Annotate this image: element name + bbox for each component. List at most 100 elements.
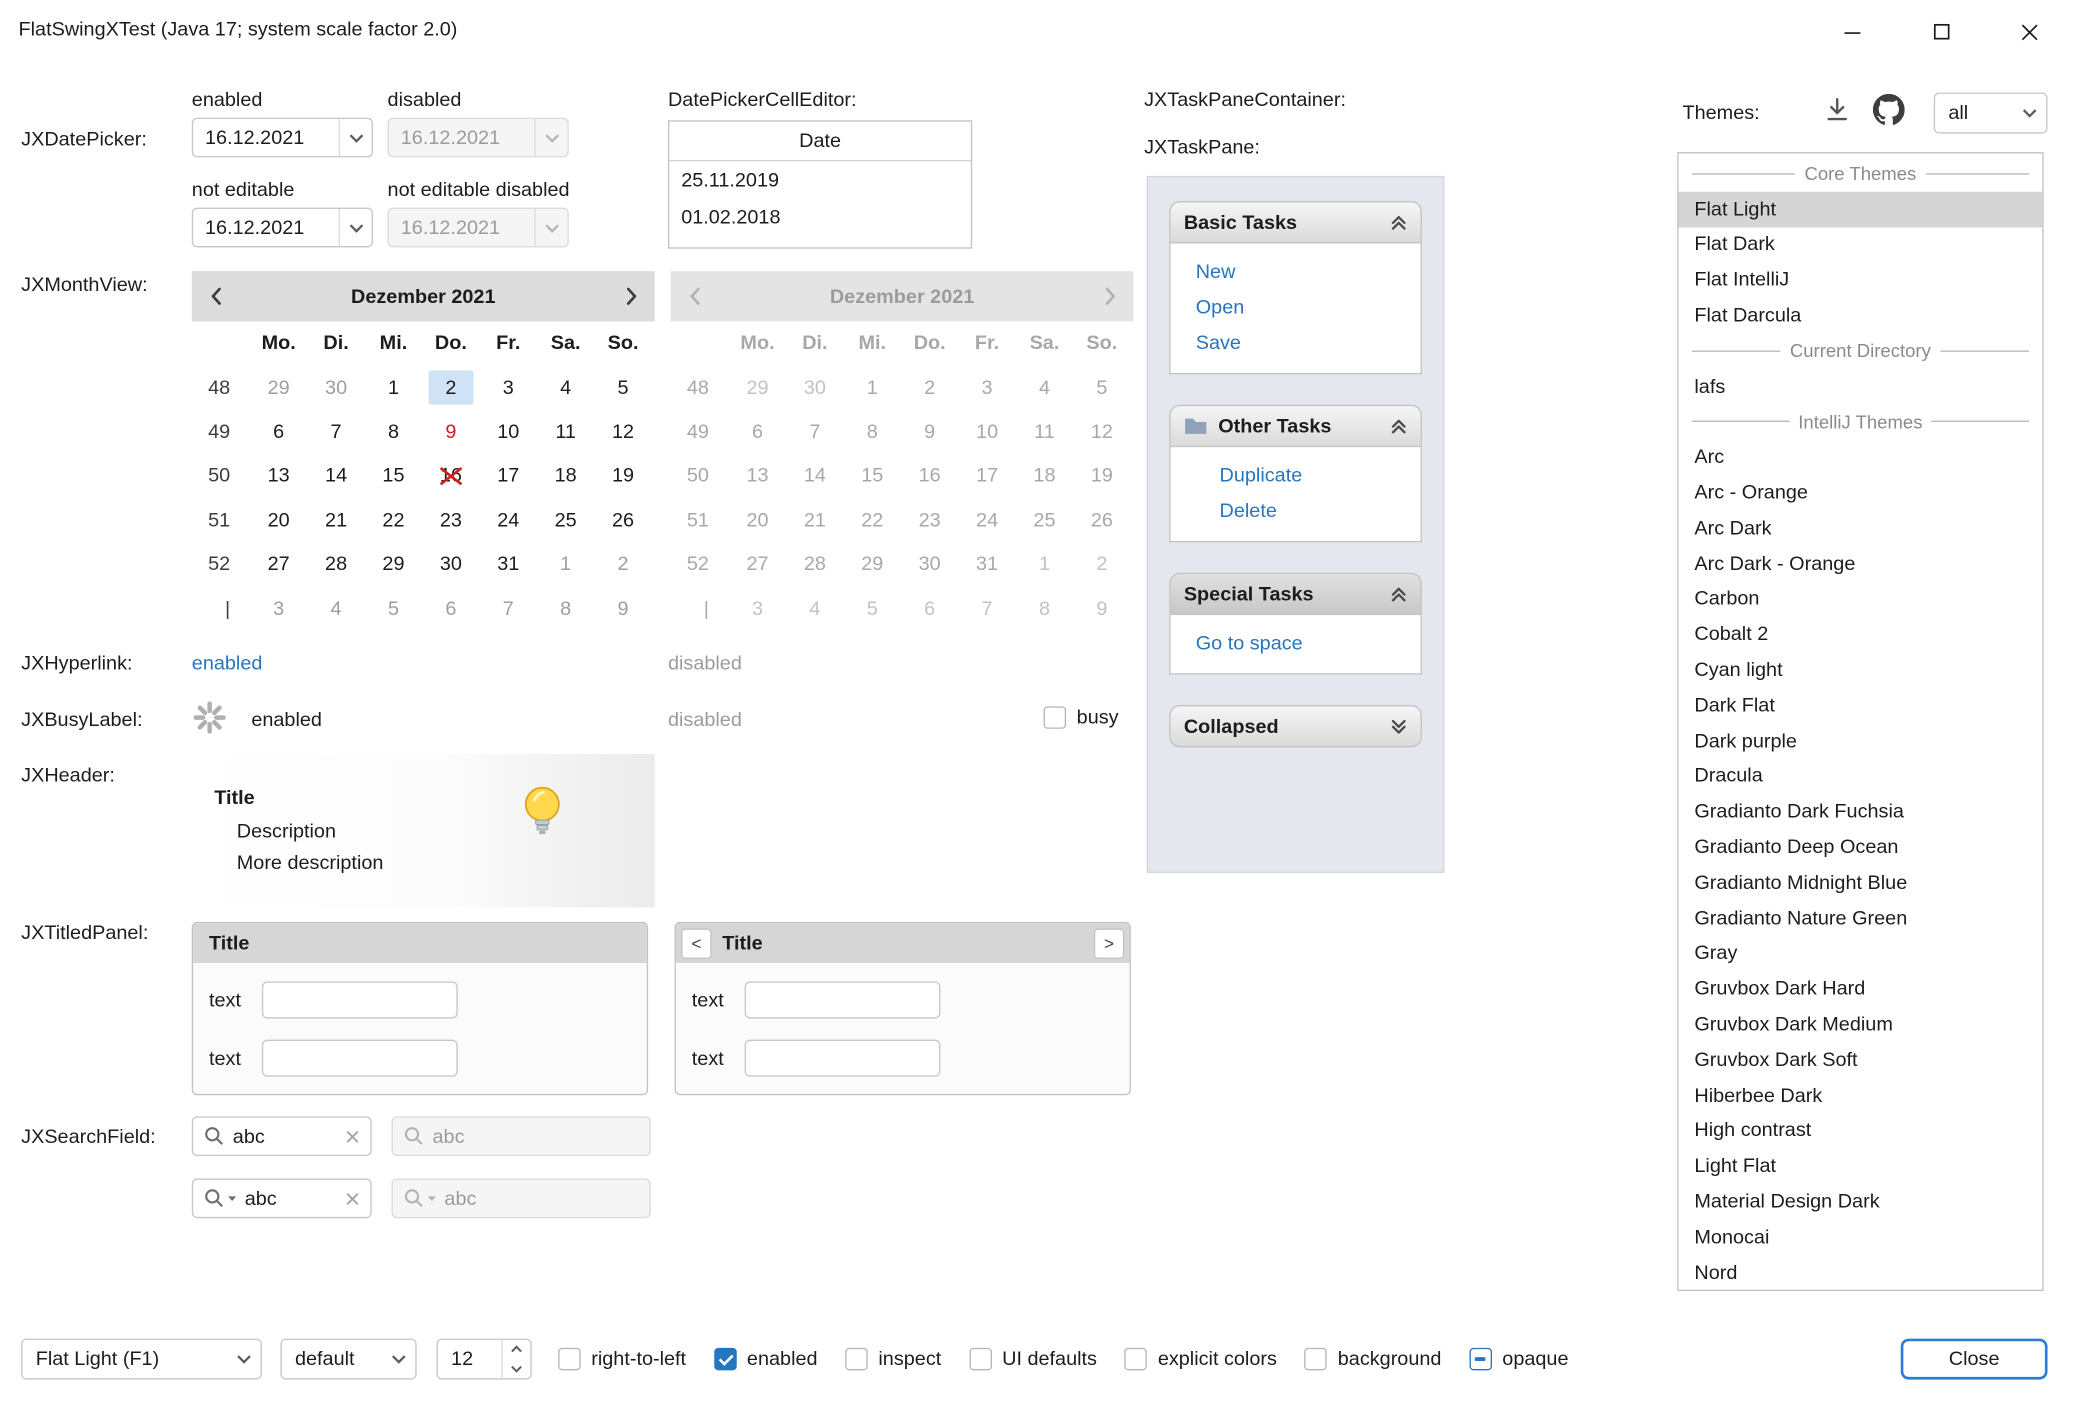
theme-item-flat-intellij[interactable]: Flat IntelliJ [1679,262,2043,297]
checkbox-box[interactable] [1305,1348,1327,1370]
font-size-spinner[interactable]: 12 [436,1339,531,1380]
calendar-day[interactable]: 19 [601,459,646,493]
theme-item-carbon[interactable]: Carbon [1679,581,2043,616]
taskpane-link-delete[interactable]: Delete [1220,500,1421,524]
close-button[interactable]: Close [1901,1339,2048,1380]
theme-item-cyan-light[interactable]: Cyan light [1679,652,2043,687]
calendar-day[interactable]: 6 [256,415,301,449]
laf-combobox[interactable]: Flat Light (F1) [21,1339,262,1380]
theme-item-gradianto-midnight-blue[interactable]: Gradianto Midnight Blue [1679,865,2043,900]
month-view-enabled[interactable]: Dezember 2021Mo.Di.Mi.Do.Fr.Sa.So.482930… [192,271,655,636]
calendar-day[interactable]: 26 [601,503,646,537]
theme-item-gruvbox-dark-medium[interactable]: Gruvbox Dark Medium [1679,1007,2043,1042]
theme-item-cobalt-2[interactable]: Cobalt 2 [1679,617,2043,652]
table-column-header[interactable]: Date [669,122,971,162]
taskpane-link-go-to-space[interactable]: Go to space [1196,632,1421,656]
title-bar[interactable]: FlatSwingXTest (Java 17; system scale fa… [0,0,2074,63]
calendar-day[interactable]: 22 [371,503,416,537]
calendar-day[interactable]: 12 [601,415,646,449]
calendar-day[interactable]: 16 [428,459,473,493]
calendar-day[interactable]: 10 [486,415,531,449]
search-input[interactable] [245,1187,338,1209]
calendar-day[interactable]: 27 [256,547,301,581]
theme-item-gradianto-dark-fuchsia[interactable]: Gradianto Dark Fuchsia [1679,794,2043,829]
calendar-day[interactable]: 24 [486,503,531,537]
checkbox-background[interactable]: background [1305,1348,1442,1370]
theme-item-flat-light[interactable]: Flat Light [1679,192,2043,227]
calendar-day[interactable]: 9 [601,591,646,625]
theme-item-gradianto-nature-green[interactable]: Gradianto Nature Green [1679,900,2043,935]
theme-item-arc[interactable]: Arc [1679,440,2043,475]
font-combobox[interactable]: default [280,1339,416,1380]
checkbox-box[interactable] [1125,1348,1147,1370]
calendar-day[interactable]: 2 [428,370,473,404]
calendar-day[interactable]: 25 [543,503,588,537]
theme-item-dark-purple[interactable]: Dark purple [1679,723,2043,758]
next-month-button[interactable] [607,271,655,321]
calendar-day[interactable]: 7 [314,415,359,449]
minimize-button[interactable] [1808,0,1897,63]
theme-item-nord[interactable]: Nord [1679,1255,2043,1290]
theme-item-material-design-dark[interactable]: Material Design Dark [1679,1184,2043,1219]
calendar-day[interactable]: 20 [256,503,301,537]
maximize-button[interactable] [1897,0,1986,63]
checkbox-busy[interactable]: busy [1044,706,1119,728]
theme-item-gradianto-deep-ocean[interactable]: Gradianto Deep Ocean [1679,830,2043,865]
calendar-day[interactable]: 30 [428,547,473,581]
checkbox-inspect[interactable]: inspect [845,1348,941,1370]
theme-item-flat-darcula[interactable]: Flat Darcula [1679,298,2043,333]
theme-item-lafs[interactable]: lafs [1679,369,2043,404]
calendar-day[interactable]: 4 [314,591,359,625]
github-button[interactable] [1873,94,1905,126]
close-window-button[interactable] [1985,0,2074,63]
search-input[interactable] [233,1125,337,1147]
calendar-day[interactable]: 7 [486,591,531,625]
calendar-day[interactable]: 17 [486,459,531,493]
download-themes-button[interactable] [1823,95,1852,124]
calendar-day[interactable]: 1 [543,547,588,581]
taskpane-title-special-tasks[interactable]: Special Tasks [1169,573,1422,615]
theme-item-light-flat[interactable]: Light Flat [1679,1149,2043,1184]
taskpane-link-save[interactable]: Save [1196,332,1421,356]
search-field-enabled[interactable] [192,1116,372,1156]
theme-item-gruvbox-dark-hard[interactable]: Gruvbox Dark Hard [1679,971,2043,1006]
taskpane-title-collapsed[interactable]: Collapsed [1169,705,1422,747]
themes-filter-combobox[interactable]: all [1934,93,2048,134]
theme-item-gray[interactable]: Gray [1679,936,2043,971]
calendar-day[interactable]: 28 [314,547,359,581]
calendar-day[interactable]: 30 [314,370,359,404]
theme-item-dark-flat[interactable]: Dark Flat [1679,688,2043,723]
theme-item-hiberbee-dark[interactable]: Hiberbee Dark [1679,1078,2043,1113]
checkbox-box[interactable] [969,1348,991,1370]
spinner-down-button[interactable] [503,1359,531,1378]
calendar-day[interactable]: 3 [486,370,531,404]
theme-item-dracula[interactable]: Dracula [1679,759,2043,794]
spinner-up-button[interactable] [503,1340,531,1359]
theme-item-arc-dark-orange[interactable]: Arc Dark - Orange [1679,546,2043,581]
titled-panel-left-button[interactable]: < [681,928,711,958]
calendar-day[interactable]: 23 [428,503,473,537]
theme-item-flat-dark[interactable]: Flat Dark [1679,227,2043,262]
calendar-day[interactable]: 9 [428,415,473,449]
calendar-day[interactable]: 14 [314,459,359,493]
datepicker-not-editable[interactable]: 16.12.2021 [192,208,373,248]
previous-month-button[interactable] [192,271,240,321]
calendar-day[interactable]: 2 [601,547,646,581]
checkbox-ui-defaults[interactable]: UI defaults [969,1348,1097,1370]
datepicker-value[interactable]: 16.12.2021 [193,126,338,148]
calendar-day[interactable]: 1 [371,370,416,404]
checkbox-box[interactable] [558,1348,580,1370]
theme-item-monocai[interactable]: Monocai [1679,1219,2043,1254]
theme-item-gruvbox-dark-soft[interactable]: Gruvbox Dark Soft [1679,1042,2043,1077]
theme-item-arc-dark[interactable]: Arc Dark [1679,511,2043,546]
datepicker-enabled[interactable]: 16.12.2021 [192,118,373,158]
datepicker-dropdown-button[interactable] [339,119,372,156]
text-input[interactable] [262,981,458,1018]
calendar-day[interactable]: 13 [256,459,301,493]
calendar-day[interactable]: 5 [601,370,646,404]
checkbox-enabled[interactable]: enabled [714,1348,818,1370]
checkbox-box[interactable] [1469,1348,1491,1370]
checkbox-opaque[interactable]: opaque [1469,1348,1568,1370]
checkbox-box[interactable] [714,1348,736,1370]
clear-search-icon[interactable] [345,1129,360,1144]
